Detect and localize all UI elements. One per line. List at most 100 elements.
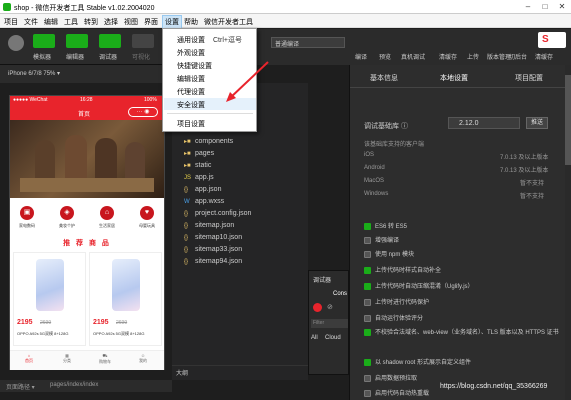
- checkbox-checked-icon[interactable]: [364, 358, 371, 366]
- option-style-complete[interactable]: 上传代码时样式自动补全: [364, 265, 441, 274]
- menu-edit[interactable]: 编辑: [42, 16, 60, 28]
- product-card[interactable]: 2195 2699 OPPO A92s 5G双模 8+128G: [13, 252, 86, 346]
- menu-item-shortcuts[interactable]: 快捷键设置: [177, 61, 212, 71]
- divider: [350, 87, 571, 88]
- option-prefetch[interactable]: 启用数据预拉取: [364, 373, 417, 382]
- menu-item-project-settings[interactable]: 项目设置: [177, 119, 205, 129]
- file-tree-item[interactable]: {} sitemap10.json: [184, 234, 242, 241]
- menu-interface[interactable]: 界面: [142, 16, 160, 28]
- clear-cache-label[interactable]: 清缓存: [439, 52, 457, 61]
- checkbox-unchecked-icon[interactable]: [364, 298, 371, 306]
- checkbox-checked-icon[interactable]: [364, 329, 371, 336]
- version-label[interactable]: 版本管理: [487, 52, 511, 61]
- menu-project[interactable]: 项目: [2, 16, 20, 28]
- option-no-verify-domain[interactable]: 不校验合法域名、web-view（业务域名）、TLS 版本以及 HTTPS 证书: [364, 329, 564, 338]
- menu-item-edit-settings[interactable]: 编辑设置: [177, 74, 205, 84]
- file-tree-item[interactable]: ▸■ static: [184, 162, 211, 169]
- filter-input[interactable]: Filter: [311, 319, 348, 328]
- file-tree-item[interactable]: {} sitemap.json: [184, 222, 234, 229]
- log-level-select[interactable]: All: [311, 335, 318, 341]
- outline-bar[interactable]: 大纲: [172, 365, 308, 377]
- menu-settings[interactable]: 设置: [162, 15, 182, 29]
- menu-file[interactable]: 文件: [22, 16, 40, 28]
- option-hot-reload[interactable]: 启用代码自动热重载: [364, 388, 429, 398]
- clear-icon[interactable]: ⊘: [327, 303, 333, 311]
- checkbox-unchecked-icon[interactable]: [364, 236, 371, 244]
- upload-label[interactable]: 上传: [467, 52, 479, 61]
- checkbox-unchecked-icon[interactable]: [364, 389, 371, 397]
- help-icon[interactable]: ⓘ: [401, 123, 408, 130]
- checkbox-checked-icon[interactable]: [364, 222, 371, 230]
- option-audit[interactable]: 自动运行体验评分: [364, 313, 423, 322]
- option-uglify[interactable]: 上传代码时自动压缩混淆（Uglify.js）: [364, 281, 474, 290]
- record-icon[interactable]: [313, 303, 322, 312]
- checkbox-unchecked-icon[interactable]: [364, 374, 371, 382]
- compile-label[interactable]: 编译: [355, 52, 367, 61]
- file-tree-item[interactable]: {} sitemap94.json: [184, 258, 242, 265]
- console-tab[interactable]: Cons: [333, 291, 347, 297]
- tab-category[interactable]: ▦ 分类: [48, 353, 86, 364]
- menu-tools[interactable]: 工具: [62, 16, 80, 28]
- file-tree-item[interactable]: ▸■ pages: [184, 150, 214, 157]
- tab-home[interactable]: ⌂ 首页: [10, 353, 48, 364]
- file-tree-item[interactable]: {} app.json: [184, 186, 221, 193]
- close-button[interactable]: ✕: [554, 0, 570, 14]
- checkbox-unchecked-icon[interactable]: [364, 314, 371, 322]
- file-tree-item[interactable]: Wapp.wxss: [184, 198, 224, 205]
- editor-toggle-button[interactable]: [66, 34, 88, 48]
- file-tree-item[interactable]: {} project.config.json: [184, 210, 251, 217]
- option-shadow-root[interactable]: 以 shadow root 形式展示自定义组件: [364, 357, 471, 366]
- compile-mode-select[interactable]: 普通编译: [271, 37, 345, 48]
- menu-view[interactable]: 视图: [122, 16, 140, 28]
- menu-item-general-settings[interactable]: 通用设置 Ctrl+逗号: [177, 35, 242, 45]
- menu-select[interactable]: 选择: [102, 16, 120, 28]
- debugger-toggle-button[interactable]: [99, 34, 121, 48]
- product-card[interactable]: 2195 2699 OPPO A92s 5G双模 8+128G: [89, 252, 162, 346]
- file-tree-item[interactable]: JS app.js: [184, 174, 214, 181]
- visual-label: 可视化: [132, 55, 151, 61]
- preview-label[interactable]: 预览: [379, 52, 391, 61]
- wxss-file-icon: W: [184, 199, 190, 205]
- tab-cart[interactable]: ⛟ 购物车: [86, 353, 124, 365]
- push-button[interactable]: 推送: [526, 117, 548, 129]
- banner-image[interactable]: [10, 120, 164, 198]
- cache-label[interactable]: 清缓存: [535, 52, 553, 61]
- cloud-filter[interactable]: Cloud: [325, 335, 341, 341]
- visual-toggle-button[interactable]: [132, 34, 154, 48]
- menu-item-security[interactable]: 安全设置: [177, 100, 205, 110]
- file-tree-item[interactable]: ▸■ components: [184, 138, 233, 145]
- background-label[interactable]: 切后台: [509, 52, 527, 61]
- option-protect[interactable]: 上传时进行代码保护: [364, 297, 429, 306]
- tab-mine[interactable]: ☺ 我的: [124, 353, 162, 364]
- checkbox-checked-icon[interactable]: [364, 282, 371, 290]
- capsule-menu-icon[interactable]: ··· ◉: [128, 107, 158, 117]
- menu-item-appearance[interactable]: 外观设置: [177, 48, 205, 58]
- maximize-button[interactable]: □: [537, 0, 553, 14]
- checkbox-checked-icon[interactable]: [364, 266, 371, 274]
- tab-local-settings[interactable]: 本地设置: [440, 73, 468, 83]
- folder-icon: ▸■: [184, 151, 191, 157]
- checkbox-unchecked-icon[interactable]: [364, 250, 371, 258]
- category-icon[interactable]: ⌂: [100, 206, 114, 220]
- simulator-toggle-button[interactable]: [33, 34, 55, 48]
- file-tree-item[interactable]: {} sitemap33.json: [184, 246, 242, 253]
- option-es6[interactable]: ES6 转 ES5: [364, 221, 407, 230]
- tab-project-config[interactable]: 项目配置: [515, 73, 543, 83]
- lib-version-select[interactable]: 2.12.0: [448, 117, 520, 129]
- page-path-label[interactable]: 页面路径 ▾: [6, 382, 35, 391]
- option-enhance[interactable]: 增强编译: [364, 235, 399, 244]
- menu-goto[interactable]: 转到: [82, 16, 100, 28]
- category-icon[interactable]: ♥: [140, 206, 154, 220]
- menu-item-proxy[interactable]: 代理设置: [177, 87, 205, 97]
- device-select[interactable]: iPhone 6/7/8 75% ▾: [8, 70, 60, 77]
- menu-help[interactable]: 帮助: [182, 16, 200, 28]
- avatar[interactable]: [8, 35, 24, 51]
- category-icon[interactable]: ▣: [20, 206, 34, 220]
- menu-devtools[interactable]: 微信开发者工具: [202, 16, 255, 28]
- minimize-button[interactable]: –: [520, 0, 536, 14]
- real-debug-label[interactable]: 真机调试: [401, 52, 425, 61]
- tab-basic-info[interactable]: 基本信息: [370, 73, 398, 83]
- scrollbar-thumb[interactable]: [565, 75, 571, 165]
- category-icon[interactable]: ◈: [60, 206, 74, 220]
- option-npm[interactable]: 使用 npm 模块: [364, 249, 414, 258]
